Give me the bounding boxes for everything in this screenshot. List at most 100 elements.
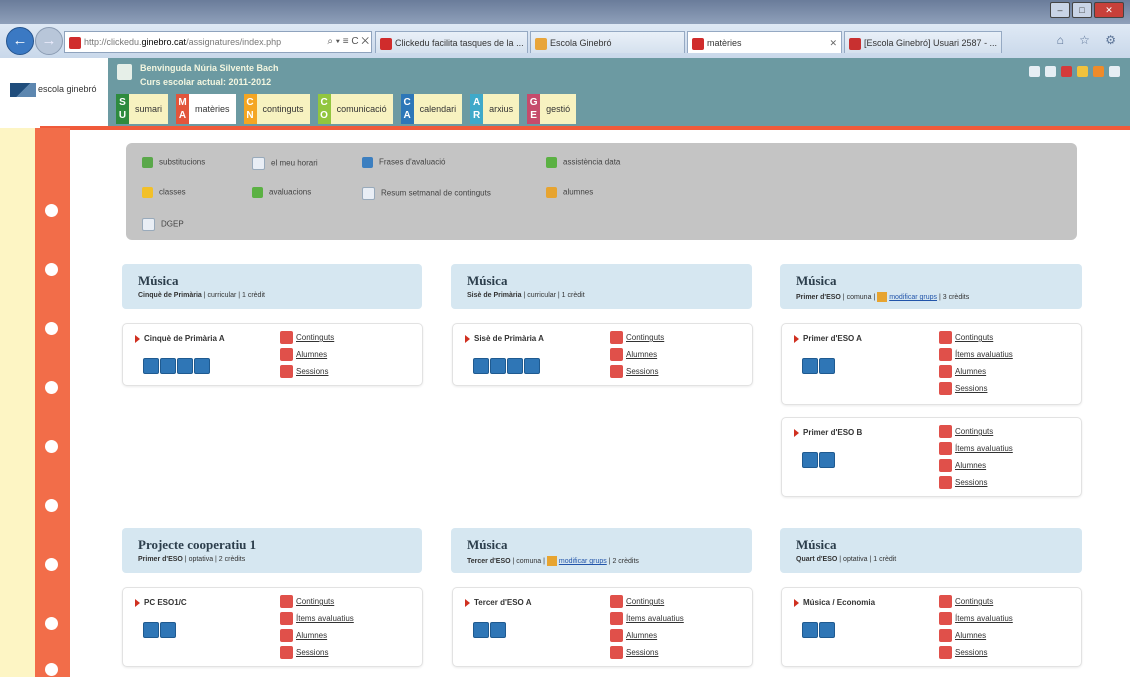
group-tool-icon[interactable] [160, 358, 176, 374]
menu-tab-calendari[interactable]: CA calendari [400, 94, 463, 124]
group-name[interactable]: Cinquè de Primària A [135, 334, 225, 343]
browser-right-icons[interactable]: ⌂ ☆ ⚙ [1057, 33, 1122, 47]
browser-tab-active[interactable]: matèries ✕ [687, 31, 842, 53]
group-tool-icon[interactable] [473, 622, 489, 638]
link-alumnes[interactable]: Alumnes [280, 347, 334, 364]
link-items-avaluatius[interactable]: Ítems avaluatius [939, 611, 1013, 628]
shortcut-resum-setmanal[interactable]: Resum setmanal de continguts [362, 187, 491, 200]
menu-tab-materies[interactable]: MA matèries [176, 94, 236, 124]
link-sessions[interactable]: Sessions [280, 364, 334, 381]
group-tool-icon[interactable] [507, 358, 523, 374]
key-icon[interactable] [1077, 66, 1088, 77]
group-tools [473, 358, 540, 374]
help-icon[interactable] [1029, 66, 1040, 77]
group-tool-icon[interactable] [819, 622, 835, 638]
address-controls[interactable]: ⌕ ▾ ≡ C ✕ [327, 32, 369, 52]
link-alumnes[interactable]: Alumnes [280, 628, 354, 645]
link-sessions[interactable]: Sessions [280, 645, 354, 662]
group-links: Continguts Ítems avaluatius Alumnes Sess… [939, 594, 1013, 662]
minimize-button[interactable]: – [1050, 2, 1070, 18]
link-alumnes[interactable]: Alumnes [939, 458, 1013, 475]
group-name[interactable]: Sisè de Primària A [465, 334, 544, 343]
link-items-avaluatius[interactable]: Ítems avaluatius [280, 611, 354, 628]
group-tool-icon[interactable] [490, 358, 506, 374]
link-sessions[interactable]: Sessions [939, 645, 1013, 662]
shortcut-alumnes[interactable]: alumnes [546, 187, 593, 198]
mail-icon[interactable] [1061, 66, 1072, 77]
info-icon[interactable] [1045, 66, 1056, 77]
browser-tab[interactable]: [Escola Ginebró] Usuari 2587 - ... [844, 31, 1002, 53]
link-alumnes[interactable]: Alumnes [939, 364, 1013, 381]
users-icon [939, 365, 952, 379]
link-items-avaluatius[interactable]: Ítems avaluatius [939, 347, 1013, 364]
subject-title: Música [467, 273, 508, 288]
shortcut-avaluacions[interactable]: avaluacions [252, 187, 311, 198]
browser-tab[interactable]: Escola Ginebró [530, 31, 685, 53]
group-tool-icon[interactable] [802, 452, 818, 468]
group-tool-icon[interactable] [160, 622, 176, 638]
group-tool-icon[interactable] [524, 358, 540, 374]
shortcut-horari[interactable]: el meu horari [252, 157, 318, 170]
exit-icon[interactable] [1109, 66, 1120, 77]
forward-button[interactable]: → [35, 27, 63, 55]
group-name[interactable]: PC ESO1/C [135, 598, 187, 607]
group-name[interactable]: Música / Economia [794, 598, 875, 607]
group-tool-icon[interactable] [177, 358, 193, 374]
group-tool-icon[interactable] [143, 622, 159, 638]
link-continguts[interactable]: Continguts [939, 330, 1013, 347]
group-name[interactable]: Primer d'ESO B [794, 428, 862, 437]
menu-tab-continguts[interactable]: CN continguts [243, 94, 310, 124]
checklist-icon [939, 612, 952, 626]
link-continguts[interactable]: Continguts [939, 424, 1013, 441]
maximize-button[interactable]: □ [1072, 2, 1092, 18]
link-alumnes[interactable]: Alumnes [610, 347, 664, 364]
group-tool-icon[interactable] [802, 358, 818, 374]
group-tools [802, 358, 835, 374]
link-sessions[interactable]: Sessions [939, 381, 1013, 398]
link-continguts[interactable]: Continguts [280, 330, 334, 347]
group-tool-icon[interactable] [819, 358, 835, 374]
link-continguts[interactable]: Continguts [280, 594, 354, 611]
page-left-strip [0, 128, 40, 677]
browser-tab[interactable]: Clickedu facilita tasques de la ... [375, 31, 528, 53]
shortcut-dgep[interactable]: DGEP [142, 218, 184, 231]
link-alumnes[interactable]: Alumnes [939, 628, 1013, 645]
group-tool-icon[interactable] [194, 358, 210, 374]
group-tool-icon[interactable] [473, 358, 489, 374]
link-sessions[interactable]: Sessions [610, 645, 684, 662]
link-sessions[interactable]: Sessions [939, 475, 1013, 492]
address-bar[interactable]: http://clickedu.ginebro.cat/assignatures… [64, 31, 372, 53]
menu-tab-sumari[interactable]: SU sumari [116, 94, 169, 124]
link-items-avaluatius[interactable]: Ítems avaluatius [610, 611, 684, 628]
tab-close-icon[interactable]: ✕ [829, 32, 837, 53]
menu-tab-gestio[interactable]: GE gestió [527, 94, 577, 124]
modify-groups-link[interactable]: modificar grups [889, 294, 937, 301]
menu-tab-arxius[interactable]: AR arxius [470, 94, 520, 124]
modify-groups-link[interactable]: modificar grups [559, 558, 607, 565]
window-close-button[interactable]: ✕ [1094, 2, 1124, 18]
shortcut-frases-avaluacio[interactable]: Frases d'avaluació [362, 157, 445, 168]
link-continguts[interactable]: Continguts [610, 330, 664, 347]
shortcut-substitucions[interactable]: substitucions [142, 157, 205, 168]
back-button[interactable]: ← [6, 27, 34, 55]
group-tool-icon[interactable] [802, 622, 818, 638]
group-name[interactable]: Tercer d'ESO A [465, 598, 531, 607]
link-items-avaluatius[interactable]: Ítems avaluatius [939, 441, 1013, 458]
shortcut-assistencia[interactable]: assistència data [546, 157, 620, 168]
link-continguts[interactable]: Continguts [610, 594, 684, 611]
logo[interactable]: escola ginebró [0, 58, 108, 128]
link-continguts[interactable]: Continguts [939, 594, 1013, 611]
window-titlebar: – □ ✕ [0, 0, 1130, 24]
address-url: http://clickedu.ginebro.cat/assignatures… [84, 37, 282, 47]
link-alumnes[interactable]: Alumnes [610, 628, 684, 645]
link-sessions[interactable]: Sessions [610, 364, 664, 381]
gmail-favicon-icon [849, 37, 861, 50]
tools-icon[interactable] [1093, 66, 1104, 77]
group-tool-icon[interactable] [490, 622, 506, 638]
menu-tab-comunicacio[interactable]: CO comunicació [317, 94, 393, 124]
browser-toolbar: ← → http://clickedu.ginebro.cat/assignat… [0, 24, 1130, 59]
group-tool-icon[interactable] [819, 452, 835, 468]
group-tool-icon[interactable] [143, 358, 159, 374]
group-name[interactable]: Primer d'ESO A [794, 334, 862, 343]
shortcut-classes[interactable]: classes [142, 187, 186, 198]
